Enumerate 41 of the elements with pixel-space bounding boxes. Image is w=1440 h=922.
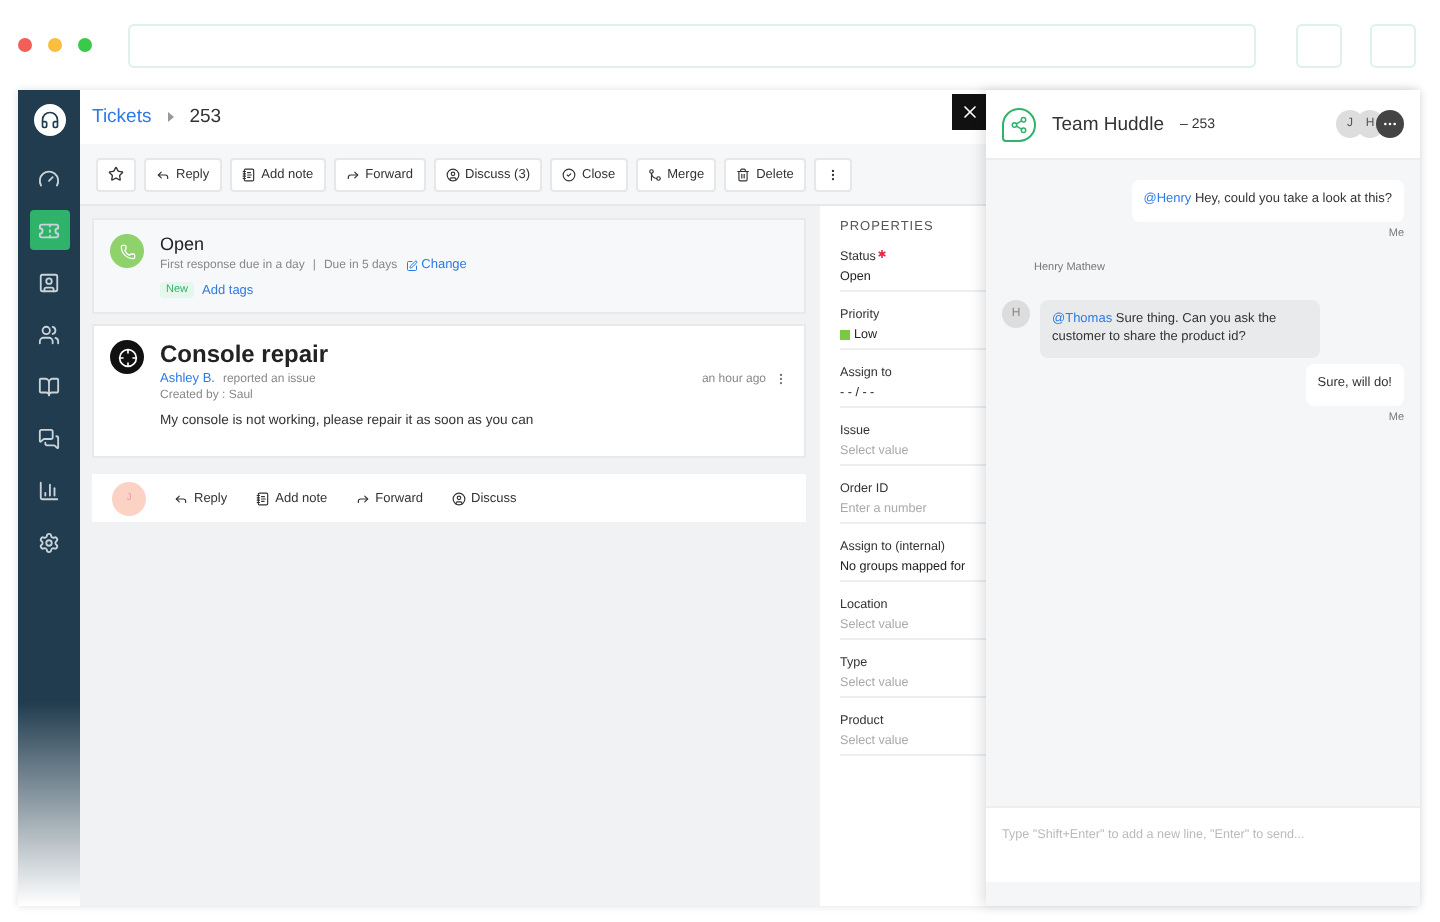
minimize-dot[interactable] [48,38,62,52]
check-circle-icon [562,167,577,181]
chart-icon [38,479,60,501]
contact-icon [38,271,60,293]
breadcrumb-link[interactable]: Tickets [92,106,152,128]
forward-icon [355,491,370,505]
star-button[interactable] [96,157,136,191]
trash-icon [736,167,751,181]
note-icon [255,491,270,505]
more-icon[interactable] [1376,110,1404,138]
more-icon[interactable] [774,372,788,386]
merge-icon [647,167,662,181]
status-text: Open [160,234,207,254]
close-dot[interactable] [18,38,32,52]
sidebar-item[interactable] [29,210,69,250]
chat-icon [38,427,60,449]
reply-icon [174,491,188,505]
forward-icon [345,167,360,181]
phone-icon [110,234,144,268]
settings-icon [38,531,60,553]
chat-title: Team Huddle [1052,113,1164,135]
book-icon [38,375,60,397]
person-circle-icon [451,491,465,505]
avatar-icon [110,340,144,374]
star-icon [108,166,124,182]
person-circle-icon [445,167,459,181]
ticket-number: 253 [189,106,222,128]
address-field[interactable] [128,23,1256,67]
maximize-dot[interactable] [78,38,92,52]
close-icon [959,102,979,122]
dashboard-icon [38,167,60,189]
ticket-title: Console repair [160,340,329,368]
people-icon [38,323,60,345]
close-button[interactable] [952,94,986,130]
reply-icon [156,167,170,181]
edit-icon [405,259,418,271]
chevron-icon [165,112,176,122]
ticket-icon [38,219,60,241]
note-icon [241,167,256,181]
headset-logo [33,104,65,136]
huddle-logo [1002,107,1036,141]
